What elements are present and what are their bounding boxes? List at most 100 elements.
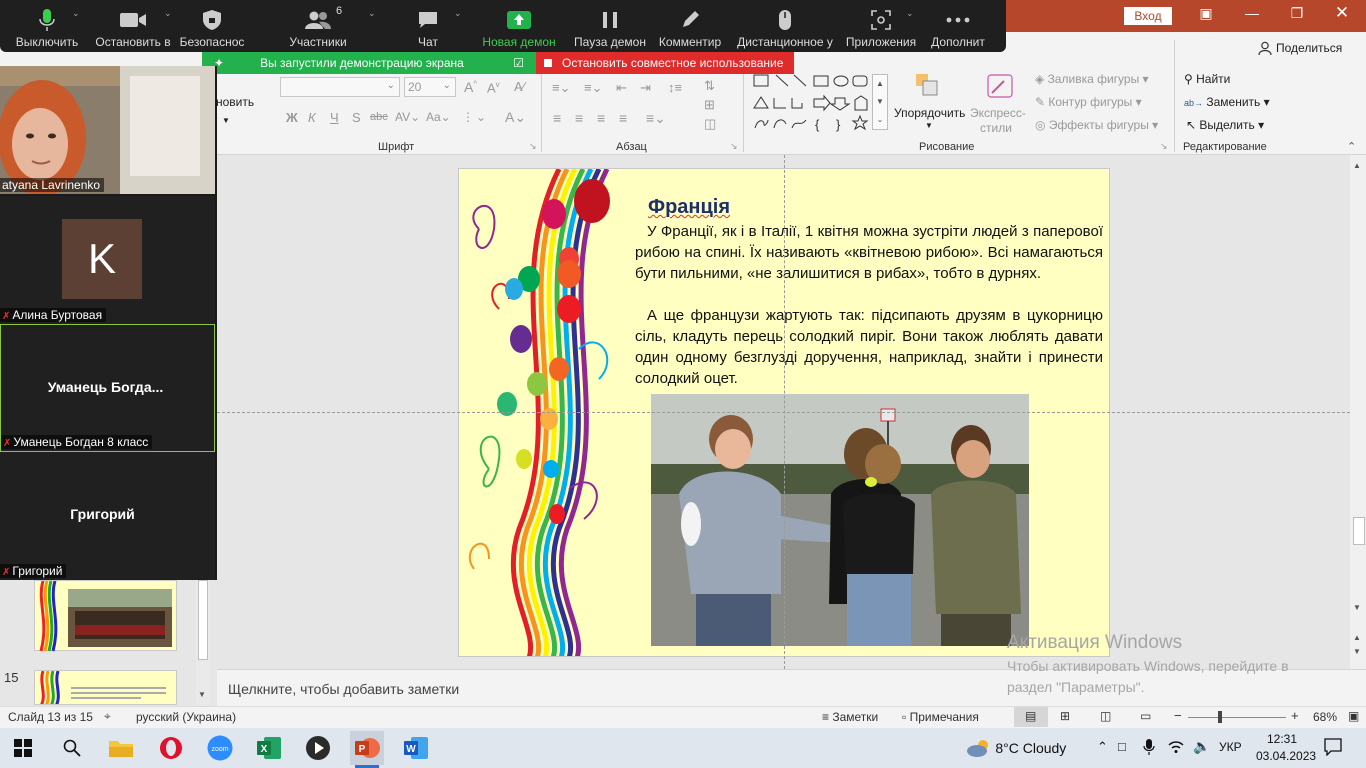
slide-title[interactable]: Франція bbox=[648, 196, 730, 219]
collapse-ribbon-icon[interactable]: ⌃ bbox=[1347, 140, 1356, 153]
spellcheck-icon[interactable]: ⌖ bbox=[104, 709, 111, 724]
chevron-down-icon[interactable]: ▼ bbox=[222, 116, 230, 125]
chat-button[interactable]: Чат ⌄ bbox=[388, 0, 468, 52]
align-left-icon[interactable]: ≡ bbox=[553, 110, 561, 126]
font-color-icon[interactable]: ⌄ bbox=[476, 110, 486, 124]
shape-outline-button[interactable]: ✎ Контур фигуры ▾ bbox=[1035, 95, 1142, 109]
slideshow-icon[interactable]: ▭ bbox=[1140, 709, 1151, 723]
tile-alina[interactable]: K ✗ Алина Буртовая bbox=[0, 196, 215, 324]
signin-button[interactable]: Вход bbox=[1124, 7, 1172, 25]
remote-control-button[interactable]: Дистанционное у bbox=[730, 0, 840, 52]
express-styles-1[interactable]: Экспресс- bbox=[970, 106, 1026, 120]
clock[interactable]: 12:31 03.04.2023 bbox=[1256, 731, 1316, 765]
input-language[interactable]: УКР bbox=[1219, 740, 1242, 754]
columns-icon[interactable]: ≡⌄ bbox=[646, 110, 666, 127]
security-button[interactable]: Безопаснос bbox=[176, 0, 248, 52]
slide-paragraph-2[interactable]: А ще французи жартують так: підсипають д… bbox=[635, 305, 1103, 389]
numbering-icon[interactable]: ≡⌄ bbox=[584, 80, 602, 96]
file-explorer-button[interactable] bbox=[104, 731, 138, 765]
excel-button[interactable]: X bbox=[252, 731, 286, 765]
highlight-icon[interactable]: ⋮ bbox=[462, 110, 474, 124]
zoom-app-button[interactable]: zoom bbox=[203, 731, 237, 765]
normal-view-button[interactable]: ▤ bbox=[1014, 707, 1048, 727]
chevron-down-icon[interactable]: ⌄ bbox=[454, 8, 462, 19]
smartart-icon[interactable]: ◫ bbox=[704, 116, 716, 132]
notes-toggle[interactable]: ≡ Заметки bbox=[822, 710, 878, 724]
notification-center-icon[interactable] bbox=[1324, 738, 1342, 759]
zoom-level[interactable]: 68% bbox=[1313, 710, 1337, 724]
reset-label[interactable]: новить bbox=[216, 95, 254, 109]
comments-toggle[interactable]: ▫ Примечания bbox=[902, 710, 979, 724]
select-button[interactable]: ↖ Выделить ▾ bbox=[1186, 118, 1264, 132]
find-button[interactable]: ⚲ Найти bbox=[1184, 72, 1230, 86]
start-button[interactable] bbox=[6, 731, 40, 765]
share-button[interactable]: Поделиться bbox=[1258, 41, 1342, 55]
tile-umanets[interactable]: Уманець Богда... ✗ Уманець Богдан 8 класс bbox=[0, 324, 215, 452]
shapes-gallery[interactable]: { } bbox=[752, 72, 890, 132]
decrease-indent-icon[interactable]: ⇤ bbox=[616, 80, 627, 96]
slide-paragraph-1[interactable]: У Франції, як і в Італії, 1 квітня можна… bbox=[635, 221, 1103, 284]
slide-sorter-icon[interactable]: ⊞ bbox=[1060, 709, 1070, 723]
reading-view-icon[interactable]: ◫ bbox=[1100, 709, 1111, 723]
align-center-icon[interactable]: ≡ bbox=[575, 110, 583, 126]
microphone-tray-icon[interactable] bbox=[1143, 738, 1155, 759]
annotate-button[interactable]: Комментир bbox=[650, 0, 730, 52]
align-text-icon[interactable]: ⊞ bbox=[704, 97, 715, 113]
spacing-icon[interactable]: AV⌄ bbox=[395, 110, 420, 124]
chevron-down-icon[interactable]: ⌄ bbox=[72, 8, 80, 19]
grow-font-icon[interactable]: A^ bbox=[464, 79, 477, 95]
express-styles-2[interactable]: стили bbox=[980, 121, 1012, 135]
font-family-select[interactable]: ⌄ bbox=[280, 77, 400, 97]
slide-thumbnail-15[interactable] bbox=[34, 670, 177, 705]
shapes-scroll[interactable]: ▲ ▼ ⌄ bbox=[872, 74, 888, 130]
chevron-down-icon[interactable]: ⌄ bbox=[368, 8, 376, 19]
slide-photo[interactable] bbox=[651, 394, 1029, 646]
stop-video-button[interactable]: Остановить в ⌄ bbox=[90, 0, 176, 52]
more-button[interactable]: Дополнит bbox=[922, 0, 994, 52]
ribbon-display-icon[interactable]: ▣ bbox=[1186, 5, 1226, 22]
chevron-down-icon[interactable]: ⌄ bbox=[164, 8, 172, 19]
shadow-icon[interactable]: S bbox=[352, 110, 361, 125]
minimize-icon[interactable]: — bbox=[1232, 5, 1272, 21]
pause-share-button[interactable]: Пауза демон bbox=[570, 0, 650, 52]
drawing-dialog-icon[interactable]: ↘ bbox=[1160, 141, 1168, 152]
mute-button[interactable]: Выключить ⌄ bbox=[4, 0, 90, 52]
chevron-down-icon[interactable]: ▼ bbox=[925, 121, 933, 130]
previous-slide-icon[interactable]: ▲ bbox=[1353, 633, 1361, 642]
bullets-icon[interactable]: ≡⌄ bbox=[552, 80, 570, 96]
scroll-thumb[interactable] bbox=[1353, 517, 1365, 545]
close-icon[interactable]: ✕ bbox=[1322, 3, 1362, 23]
slide-thumbnail-14[interactable] bbox=[34, 580, 177, 652]
search-button[interactable] bbox=[55, 731, 89, 765]
apps-button[interactable]: Приложения ⌄ bbox=[840, 0, 922, 52]
weather-widget[interactable]: 8°C Cloudy bbox=[966, 738, 1066, 758]
stop-share-button[interactable]: Остановить совместное использование bbox=[536, 52, 794, 74]
shrink-font-icon[interactable]: Av bbox=[487, 80, 500, 95]
video-tile-tatyana[interactable]: atyana Lavrinenko bbox=[0, 66, 215, 196]
font-dialog-icon[interactable]: ↘ bbox=[529, 141, 537, 152]
shape-effects-button[interactable]: ◎ Эффекты фигуры ▾ bbox=[1035, 118, 1158, 132]
bold-icon[interactable]: Ж bbox=[286, 110, 298, 125]
zoom-slider-thumb[interactable] bbox=[1217, 711, 1222, 723]
fit-to-window-icon[interactable]: ▣ bbox=[1348, 709, 1359, 723]
font-size-select[interactable]: 20 ⌄ bbox=[404, 77, 456, 97]
wifi-icon[interactable] bbox=[1168, 739, 1184, 758]
change-case-icon[interactable]: Aa⌄ bbox=[426, 110, 451, 124]
sharing-banner[interactable]: ✦ Вы запустили демонстрацию экрана ☑ bbox=[202, 52, 536, 74]
participants-button[interactable]: Участники 6 ⌄ bbox=[248, 0, 388, 52]
chevron-down-icon[interactable]: ⌄ bbox=[906, 8, 914, 19]
line-spacing-icon[interactable]: ↕≡ bbox=[668, 80, 682, 95]
notes-placeholder[interactable]: Щелкните, чтобы добавить заметки bbox=[228, 681, 459, 697]
align-right-icon[interactable]: ≡ bbox=[597, 110, 605, 126]
zoom-in-icon[interactable]: + bbox=[1291, 708, 1299, 723]
justify-icon[interactable]: ≡ bbox=[619, 110, 627, 126]
word-button[interactable]: W bbox=[399, 731, 433, 765]
arrange-icon[interactable] bbox=[913, 71, 943, 101]
paragraph-dialog-icon[interactable]: ↘ bbox=[730, 141, 738, 152]
quick-styles-icon[interactable] bbox=[984, 71, 1016, 103]
editor-scrollbar[interactable]: ▲ ▼ ▲ ▼ bbox=[1350, 155, 1366, 669]
increase-indent-icon[interactable]: ⇥ bbox=[640, 80, 651, 96]
replace-button[interactable]: ab→ Заменить ▾ bbox=[1184, 95, 1270, 109]
shape-fill-button[interactable]: ◈ Заливка фигуры ▾ bbox=[1035, 72, 1149, 86]
font-color-a-icon[interactable]: A⌄ bbox=[505, 109, 526, 126]
